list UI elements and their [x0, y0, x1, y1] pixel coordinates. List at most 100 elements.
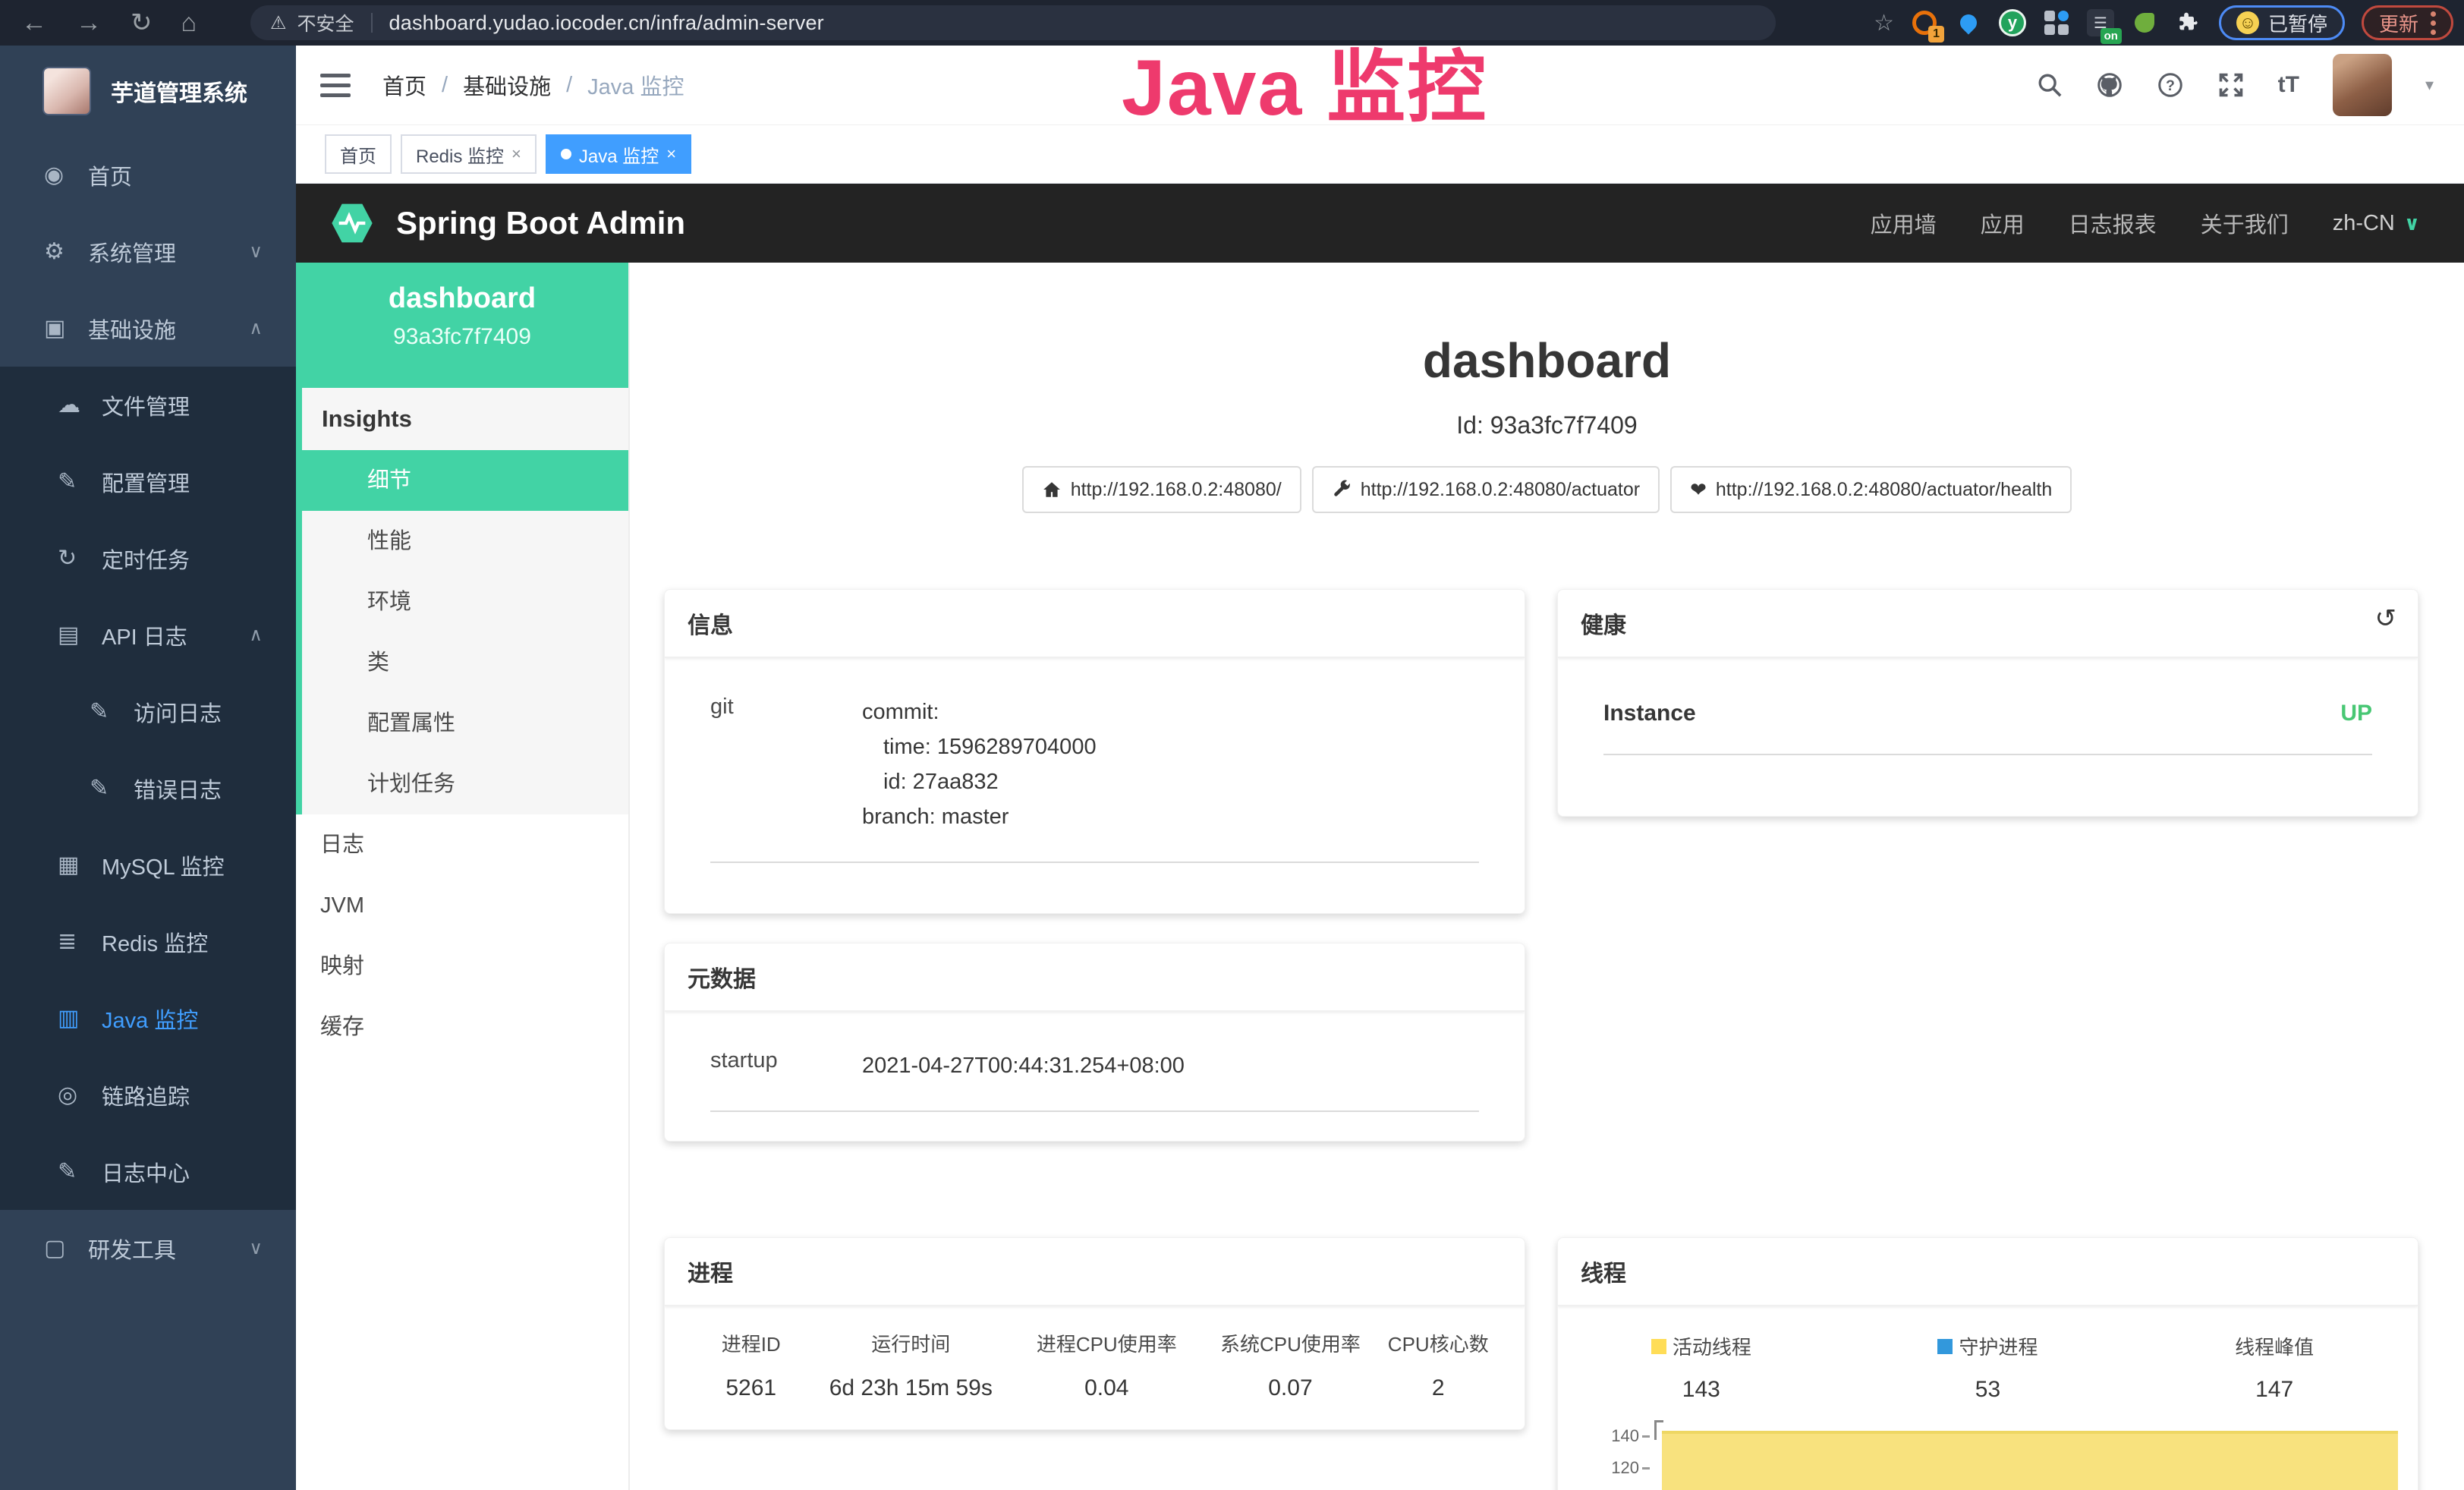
sidebar-item-api-logs[interactable]: ▤ API 日志 ∧ [0, 597, 296, 673]
cloud-upload-icon: ☁ [58, 392, 102, 418]
metadata-card: 元数据 startup 2021-04-27T00:44:31.254+08:0… [664, 943, 1525, 1142]
on-badge: on [2101, 28, 2122, 44]
proxy-on-extension-icon[interactable]: ☰on [2087, 9, 2114, 36]
sba-nav-about[interactable]: 关于我们 [2201, 207, 2289, 239]
sidebar-item-dev-tools[interactable]: ▢ 研发工具 ∨ [0, 1210, 296, 1287]
sidebar-item-log-center[interactable]: ✎ 日志中心 [0, 1133, 296, 1210]
tab-redis-monitor[interactable]: Redis 监控 × [401, 134, 537, 174]
process-header-proc-cpu: 进程CPU使用率 [1015, 1329, 1198, 1357]
instance-name: dashboard [296, 282, 628, 315]
font-size-icon[interactable]: tT [2278, 72, 2299, 98]
back-icon[interactable]: ← [21, 10, 47, 36]
threads-card: 线程 活动线程 守护进程 线程峰值 143 53 147 140 [1557, 1237, 2418, 1490]
tab-java-monitor[interactable]: Java 监控 × [546, 134, 691, 174]
sba-item-config-props[interactable]: 配置属性 [302, 693, 628, 754]
sba-item-caches[interactable]: 缓存 [296, 997, 628, 1057]
home-icon[interactable]: ⌂ [181, 10, 197, 36]
actuator-url-button[interactable]: http://192.168.0.2:48080/actuator [1312, 466, 1660, 513]
admin-sidebar: 芋道管理系统 ◉ 首页 ⚙ 系统管理 ∨ ▣ 基础设施 ∧ ☁ 文件管理 ✎ 配… [0, 46, 296, 1490]
paused-extension-pill[interactable]: ☺ 已暂停 [2219, 5, 2345, 40]
fullscreen-icon[interactable] [2217, 71, 2245, 99]
main-column: 首页 / 基础设施 / Java 监控 ? tT ▾ 首页 Redi [296, 46, 2464, 1490]
address-bar[interactable]: ⚠ 不安全 dashboard.yudao.iocoder.cn/infra/a… [250, 5, 1776, 40]
tab-home[interactable]: 首页 [325, 134, 392, 174]
browser-update-button[interactable]: 更新 [2362, 5, 2453, 40]
row-divider [1603, 754, 2372, 755]
sba-nav-applications[interactable]: 应用 [1981, 207, 2025, 239]
breadcrumb-infrastructure[interactable]: 基础设施 [463, 69, 551, 101]
sidebar-item-access-logs[interactable]: ✎ 访问日志 [0, 673, 296, 750]
sidebar-item-home[interactable]: ◉ 首页 [0, 137, 296, 213]
extension-badge-1-icon[interactable]: 1 [1911, 9, 1938, 36]
paused-label: 已暂停 [2268, 9, 2327, 37]
active-tab-dot [561, 149, 571, 159]
threads-chart: 140 120 100 [1600, 1426, 2398, 1490]
github-icon[interactable] [2096, 71, 2123, 99]
breadcrumb-home[interactable]: 首页 [382, 69, 426, 101]
sidebar-item-file-management[interactable]: ☁ 文件管理 [0, 367, 296, 443]
info-row-value: commit: time: 1596289704000 id: 27aa832 … [862, 695, 1097, 834]
sba-item-classes[interactable]: 类 [302, 632, 628, 693]
close-icon[interactable]: × [666, 144, 676, 164]
app-logo-image [42, 67, 91, 115]
process-value-cores: 2 [1383, 1375, 1494, 1401]
sidebar-item-label: 系统管理 [88, 236, 176, 268]
user-avatar[interactable] [2333, 54, 2392, 116]
sba-item-metrics[interactable]: 性能 [302, 511, 628, 572]
home-icon [1042, 480, 1062, 499]
threads-values: 143 53 147 [1558, 1377, 2418, 1403]
service-url-button[interactable]: http://192.168.0.2:48080/ [1022, 466, 1301, 513]
sba-item-logs[interactable]: 日志 [296, 814, 628, 875]
sba-item-jvm[interactable]: JVM [296, 875, 628, 936]
forward-icon[interactable]: → [76, 10, 102, 36]
green-y-extension-icon[interactable]: y [1999, 9, 2026, 36]
sidebar-item-label: Redis 监控 [102, 926, 208, 958]
info-card-title: 信息 [665, 590, 1525, 658]
timer-loop-icon: ↻ [58, 545, 102, 572]
update-label: 更新 [2379, 9, 2418, 37]
sba-locale-select[interactable]: zh-CN ∨ [2333, 211, 2420, 236]
sidebar-item-infrastructure[interactable]: ▣ 基础设施 ∧ [0, 290, 296, 367]
history-icon[interactable]: ↺ [2375, 603, 2397, 634]
instance-id-line: Id: 93a3fc7f7409 [630, 411, 2464, 439]
health-card: 健康 ↺ Instance UP [1557, 589, 2418, 817]
bookmark-star-icon[interactable]: ☆ [1874, 10, 1894, 36]
sidebar-item-config-management[interactable]: ✎ 配置管理 [0, 443, 296, 520]
y-tick-120: 120 [1611, 1458, 1639, 1478]
sidebar-item-system-management[interactable]: ⚙ 系统管理 ∨ [0, 213, 296, 290]
sidebar-item-mysql-monitor[interactable]: ▦ MySQL 监控 [0, 827, 296, 903]
reload-icon[interactable]: ↻ [131, 10, 153, 36]
dashboard-gauge-icon: ◉ [44, 162, 88, 188]
sba-item-scheduled-tasks[interactable]: 计划任务 [302, 754, 628, 814]
gear-icon: ⚙ [44, 238, 88, 265]
sba-nav-wallboard[interactable]: 应用墙 [1871, 207, 1937, 239]
instance-links: http://192.168.0.2:48080/ http://192.168… [630, 466, 2464, 513]
sba-item-mappings[interactable]: 映射 [296, 936, 628, 997]
avatar-caret-icon[interactable]: ▾ [2425, 75, 2434, 95]
sba-item-environment[interactable]: 环境 [302, 572, 628, 632]
briefcase-icon: ▢ [44, 1235, 88, 1262]
sba-nav-journal[interactable]: 日志报表 [2069, 207, 2157, 239]
sidebar-item-label: 文件管理 [102, 389, 190, 421]
sidebar-item-label: 错误日志 [134, 773, 222, 805]
extensions-puzzle-icon[interactable] [2175, 9, 2202, 36]
hamburger-icon[interactable] [320, 74, 351, 97]
location-pin-icon[interactable] [1955, 9, 1982, 36]
close-icon[interactable]: × [511, 144, 521, 164]
daemon-threads-label: 守护进程 [1959, 1332, 2038, 1360]
sidebar-item-java-monitor[interactable]: ▥ Java 监控 [0, 980, 296, 1057]
daemon-threads-value: 53 [1845, 1377, 2132, 1403]
sidebar-item-error-logs[interactable]: ✎ 错误日志 [0, 750, 296, 827]
sprout-extension-icon[interactable] [2131, 9, 2158, 36]
search-icon[interactable] [2037, 72, 2063, 98]
health-url-button[interactable]: ❤ http://192.168.0.2:48080/actuator/heal… [1670, 466, 2072, 513]
sidebar-item-scheduled-tasks[interactable]: ↻ 定时任务 [0, 520, 296, 597]
sba-item-details[interactable]: 细节 [302, 450, 628, 511]
help-icon[interactable]: ? [2157, 71, 2184, 99]
sidebar-item-redis-monitor[interactable]: ≣ Redis 监控 [0, 903, 296, 980]
kebab-menu-icon[interactable] [2431, 11, 2436, 35]
instance-title: dashboard [630, 332, 2464, 389]
sidebar-item-tracing[interactable]: ◎ 链路追踪 [0, 1057, 296, 1133]
peak-threads-label: 线程峰值 [2235, 1332, 2314, 1360]
grid-extension-icon[interactable] [2043, 9, 2070, 36]
